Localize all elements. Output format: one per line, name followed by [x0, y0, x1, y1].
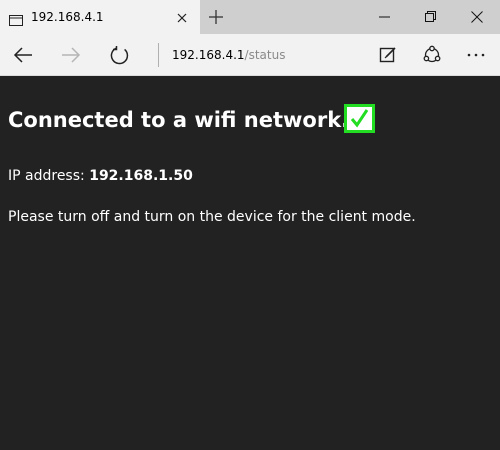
- refresh-button[interactable]: [106, 41, 134, 69]
- ip-address-label: IP address:: [8, 168, 90, 184]
- title-bar: 192.168.4.1: [0, 0, 500, 34]
- refresh-icon: [110, 46, 129, 65]
- toolbar-divider: [158, 43, 159, 67]
- forward-arrow-icon: [62, 47, 81, 63]
- close-window-button[interactable]: [454, 0, 500, 34]
- address-host: 192.168.4.1: [172, 48, 245, 62]
- page-content: Connected to a wifi network. IP address:…: [0, 77, 500, 450]
- tab-title: 192.168.4.1: [31, 10, 104, 24]
- tab-close-icon[interactable]: [175, 10, 189, 24]
- pencil-note-icon: [379, 47, 396, 63]
- share-icon: [423, 45, 441, 63]
- more-button[interactable]: [462, 41, 490, 69]
- connected-checkmark: [344, 104, 375, 133]
- page-heading: Connected to a wifi network.: [8, 108, 350, 132]
- ip-address-line: IP address: 192.168.1.50: [8, 167, 193, 185]
- ip-address-value: 192.168.1.50: [89, 168, 193, 184]
- page-icon: [9, 11, 23, 26]
- restore-button[interactable]: [408, 0, 454, 34]
- more-dots-icon: [467, 53, 485, 57]
- address-bar[interactable]: 192.168.4.1/status: [172, 47, 285, 63]
- address-path: /status: [244, 48, 286, 62]
- browser-tab[interactable]: 192.168.4.1: [0, 0, 200, 34]
- minimize-icon: [379, 16, 390, 18]
- navigation-bar: 192.168.4.1/status: [0, 34, 500, 76]
- instruction-text: Please turn off and turn on the device f…: [8, 209, 416, 225]
- minimize-button[interactable]: [362, 0, 408, 34]
- back-arrow-icon: [13, 47, 32, 63]
- back-button[interactable]: [9, 41, 37, 69]
- close-icon: [471, 11, 483, 23]
- check-icon: [350, 109, 369, 128]
- web-note-button[interactable]: [374, 41, 402, 69]
- restore-icon: [425, 11, 436, 22]
- forward-button[interactable]: [57, 41, 85, 69]
- new-tab-icon[interactable]: [208, 9, 224, 25]
- share-button[interactable]: [418, 41, 446, 69]
